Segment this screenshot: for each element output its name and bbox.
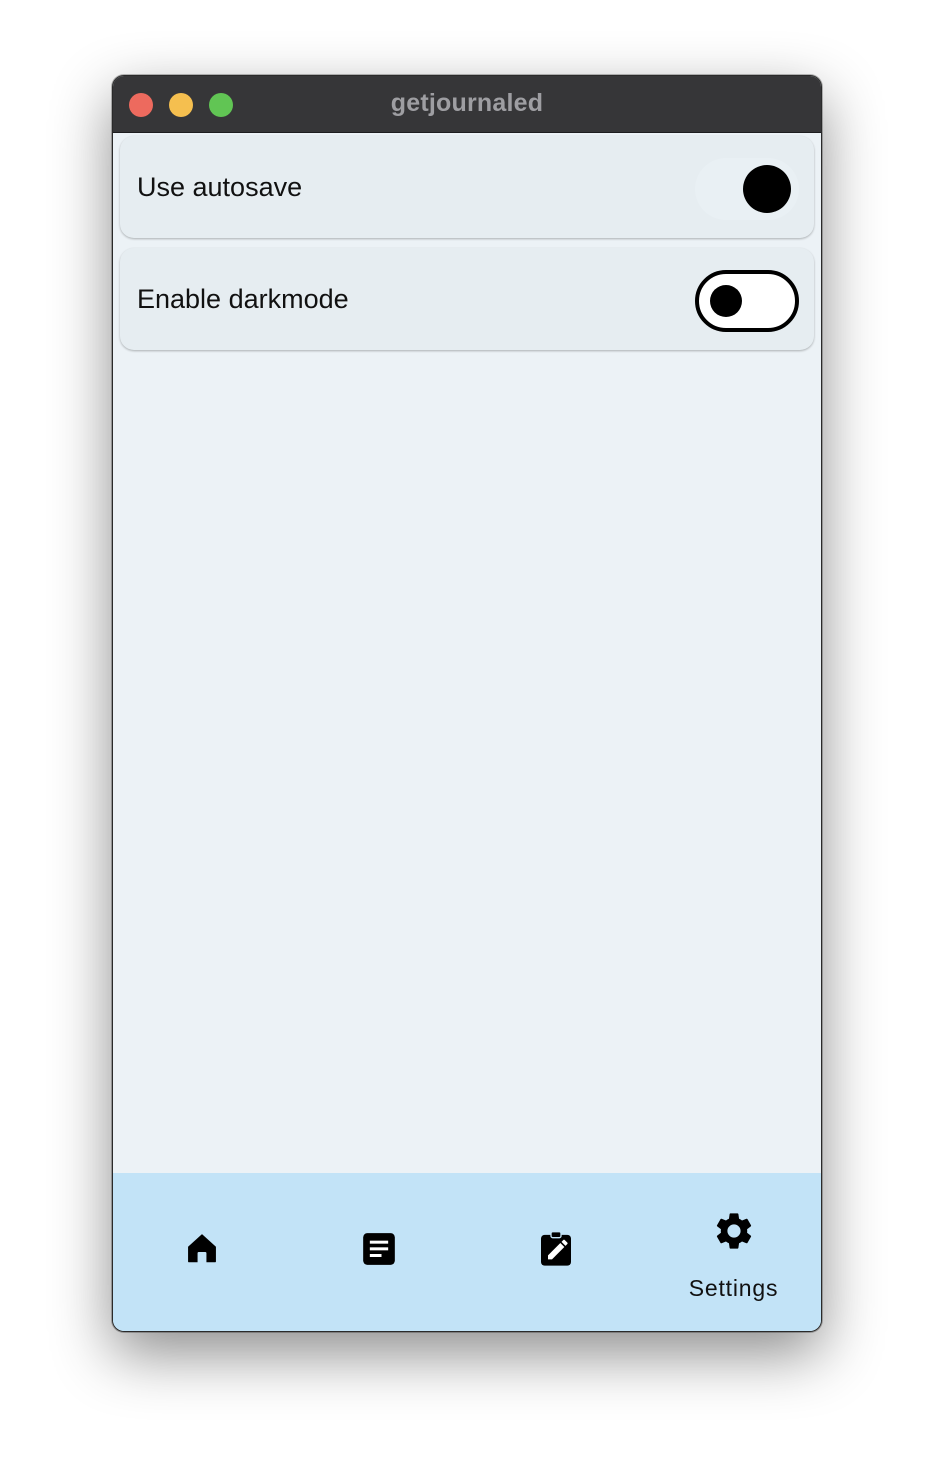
home-icon <box>187 1234 216 1263</box>
nav-compose[interactable] <box>467 1173 644 1331</box>
darkmode-toggle[interactable] <box>695 270 799 332</box>
nav-home[interactable] <box>113 1173 290 1331</box>
toggle-knob <box>710 285 742 317</box>
edit-clipboard-icon <box>540 1231 571 1266</box>
autosave-label: Use autosave <box>137 172 303 202</box>
darkmode-label: Enable darkmode <box>137 284 349 314</box>
autosave-setting-card: Use autosave <box>120 136 814 238</box>
title-bar[interactable]: getjournaled <box>113 76 821 133</box>
darkmode-setting-card: Enable darkmode <box>120 248 814 350</box>
app-window: getjournaled Use autosave Enable darkmod… <box>112 75 822 1332</box>
nav-entries[interactable] <box>290 1173 467 1331</box>
gear-icon <box>716 1213 751 1249</box>
nav-settings[interactable]: Settings <box>645 1173 821 1331</box>
autosave-toggle[interactable] <box>695 158 799 220</box>
article-icon <box>362 1233 395 1265</box>
nav-settings-label: Settings <box>688 1275 779 1301</box>
window-title: getjournaled <box>390 89 544 117</box>
settings-page: Use autosave Enable darkmode <box>113 133 821 1173</box>
bottom-navigation-bar: Settings <box>113 1173 821 1331</box>
toggle-knob <box>743 165 791 213</box>
